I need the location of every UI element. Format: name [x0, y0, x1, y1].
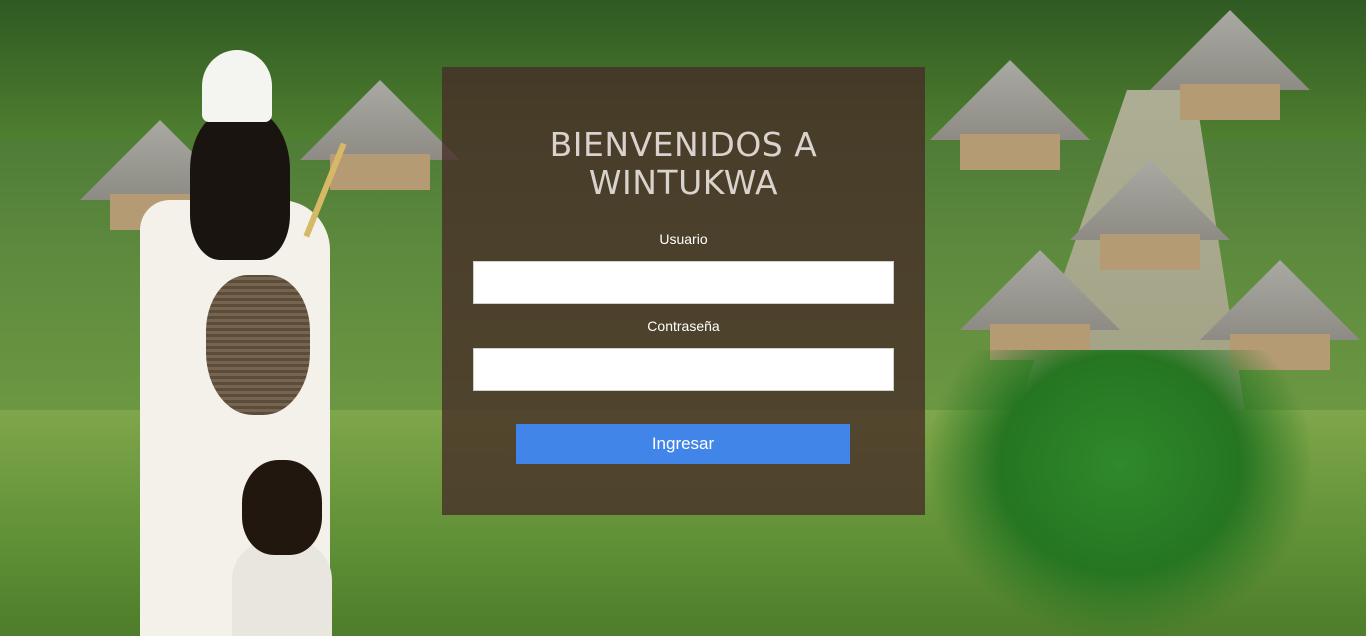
title-line-2: WINTUKWA — [588, 163, 779, 202]
hut — [930, 60, 1090, 170]
username-label: Usuario — [659, 231, 708, 247]
login-button[interactable]: Ingresar — [516, 424, 850, 464]
child-figure — [232, 460, 332, 636]
password-label: Contraseña — [647, 318, 720, 334]
hut — [1150, 10, 1310, 120]
username-input[interactable] — [473, 261, 894, 304]
page-title: BIENVENIDOS A WINTUKWA — [442, 126, 925, 202]
banana-plant — [930, 350, 1310, 636]
title-line-1: BIENVENIDOS A — [549, 125, 818, 164]
hut — [960, 250, 1120, 360]
password-input[interactable] — [473, 348, 894, 391]
